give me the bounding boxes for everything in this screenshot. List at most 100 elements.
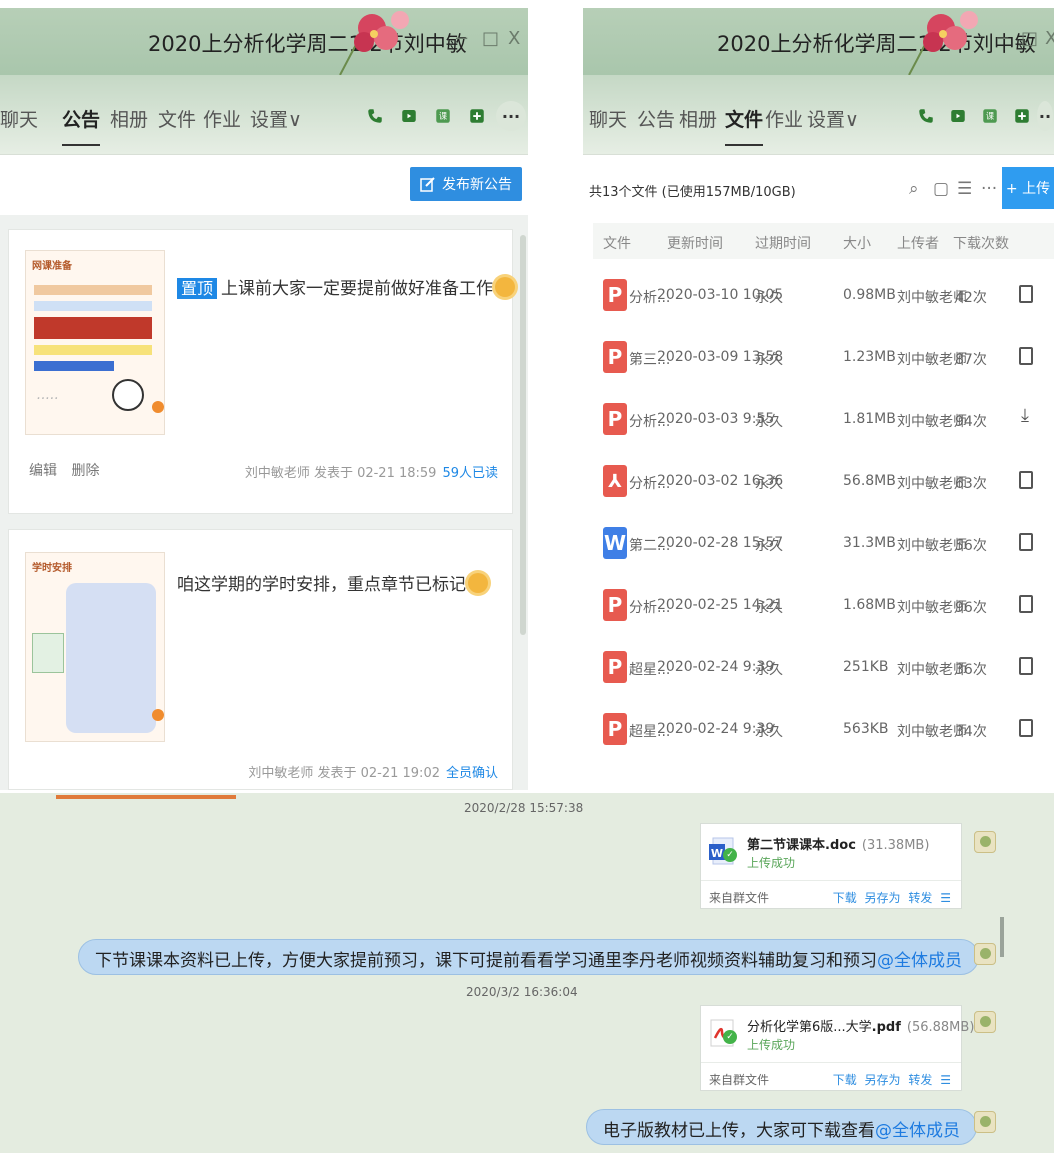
column-header[interactable]: 大小 (843, 233, 871, 253)
search-icon[interactable]: ⌕ (909, 179, 919, 199)
table-row[interactable]: P 超星... 2020-02-24 9:39 永久 563KB 刘中敏老师 34次 (593, 701, 1054, 761)
tab-notice[interactable]: 公告 (637, 105, 675, 132)
table-row[interactable]: ⅄ 分析... 2020-03-02 16:36 永久 56.8MB 刘中敏老师 63次 (593, 453, 1054, 513)
tab-album[interactable]: 相册 (679, 105, 717, 132)
chat-window: 2020/2/28 15:57:38 W ✓ 第二节课课本.doc (31.38M… (0, 793, 1054, 1153)
column-header[interactable]: 更新时间 (667, 233, 723, 253)
forward-link[interactable]: 转发 (908, 891, 932, 905)
download-count: 56次 (955, 538, 987, 554)
column-header[interactable]: 上传者 (897, 233, 939, 253)
column-header[interactable]: 文件 (603, 233, 631, 253)
forward-link[interactable]: 转发 (908, 1073, 932, 1087)
file-icon[interactable] (1019, 719, 1033, 737)
table-row[interactable]: W 第二... 2020-02-28 15:57 永久 31.3MB 刘中敏老师 56次 (593, 515, 1054, 575)
add-app-button[interactable] (462, 101, 492, 131)
file-message-card[interactable]: ✓ 分析化学第6版...大学.pdf (56.88MB) 上传成功 来自群文件 下… (700, 1005, 974, 1091)
file-size: 56.8MB (843, 473, 896, 489)
notice-card[interactable]: 学时安排 咱这学期的学时安排，重点章节已标记 刘中敏老师 发表于 02-21 1… (8, 529, 513, 790)
file-size: 1.68MB (843, 597, 896, 613)
scrollbar[interactable] (520, 235, 526, 635)
publish-notice-button[interactable]: 发布新公告 (410, 167, 522, 201)
file-size: 1.23MB (843, 349, 896, 365)
download-link[interactable]: 下载 (833, 891, 857, 905)
file-icon[interactable] (1019, 347, 1033, 365)
minimize-button[interactable]: − (995, 28, 1010, 49)
call-button[interactable] (360, 101, 390, 131)
notice-author-time: 刘中敏老师 发表于 02-21 19:02 (248, 766, 440, 781)
file-size: 563KB (843, 721, 889, 737)
delete-notice-button[interactable]: 删除 (71, 463, 99, 479)
file-icon[interactable] (1019, 285, 1033, 303)
file-icon[interactable] (1019, 471, 1033, 489)
column-header[interactable]: 下载次数 (953, 233, 1009, 253)
file-message-card[interactable]: W ✓ 第二节课课本.doc (31.38MB) 上传成功 来自群文件 下载 另存… (700, 823, 962, 909)
list-view-icon[interactable]: ☰ (957, 179, 972, 199)
avatar[interactable] (974, 831, 996, 853)
download-icon[interactable]: ⤓ (1021, 405, 1029, 426)
more-button[interactable]: ··· (496, 101, 526, 131)
tab-chat[interactable]: 聊天 (589, 105, 627, 132)
add-app-button[interactable] (1007, 101, 1037, 131)
avatar[interactable] (974, 1011, 996, 1033)
table-row[interactable]: P 分析... 2020-03-10 10:05 永久 0.98MB 刘中敏老师 42次 (593, 267, 1054, 327)
tab-album[interactable]: 相册 (110, 105, 148, 132)
download-count: 36次 (955, 662, 987, 678)
confirm-status-link[interactable]: 全员确认 (446, 766, 498, 781)
file-size: 31.3MB (843, 535, 896, 551)
minimize-button[interactable]: − (454, 28, 469, 49)
screen-share-button[interactable] (943, 101, 973, 131)
tab-settings[interactable]: 设置∨ (250, 105, 302, 132)
thumbnail-title: 网课准备 (32, 261, 72, 272)
tab-chat[interactable]: 聊天 (0, 105, 38, 132)
more-button[interactable]: ·· (1037, 101, 1053, 131)
table-row[interactable]: P 第三... 2020-03-09 13:58 永久 1.23MB 刘中敏老师 87次 (593, 329, 1054, 389)
file-actions: 下载 另存为 转发 ☰ (829, 1071, 951, 1088)
avatar[interactable] (974, 943, 996, 965)
close-button[interactable]: X (1045, 28, 1054, 49)
tab-homework[interactable]: 作业 (765, 105, 803, 132)
tab-files[interactable]: 文件 (725, 105, 764, 146)
upload-status: 上传成功 (747, 856, 796, 870)
tab-notice[interactable]: 公告 (62, 105, 101, 146)
success-check-icon: ✓ (723, 848, 737, 862)
save-as-link[interactable]: 另存为 (865, 891, 901, 905)
phone-icon (919, 109, 933, 123)
class-button[interactable]: 课 (428, 101, 458, 131)
maximize-button[interactable]: □ (482, 28, 499, 49)
maximize-button[interactable]: □ (1021, 28, 1038, 49)
menu-icon[interactable]: ☰ (940, 891, 951, 905)
folder-icon[interactable]: ▢ (933, 179, 949, 199)
table-row[interactable]: P 分析... 2020-02-25 14:21 永久 1.68MB 刘中敏老师 96次 (593, 577, 1054, 637)
files-summary: 共13个文件 (已使用157MB/10GB) (589, 185, 796, 200)
upload-button[interactable]: + 上传 (1002, 167, 1054, 209)
download-link[interactable]: 下载 (833, 1073, 857, 1087)
pinned-badge: 置顶 (177, 278, 218, 299)
tab-settings[interactable]: 设置∨ (807, 105, 859, 132)
ppt-icon: P (603, 341, 627, 373)
close-button[interactable]: X (508, 28, 520, 49)
avatar[interactable] (974, 1111, 996, 1133)
save-as-link[interactable]: 另存为 (865, 1073, 901, 1087)
expire-time: 永久 (755, 352, 783, 368)
menu-icon[interactable]: ☰ (940, 1073, 951, 1087)
chat-bubble: 电子版教材已上传，大家可下载查看@全体成员 (586, 1109, 977, 1145)
class-button[interactable]: 课 (975, 101, 1005, 131)
call-button[interactable] (911, 101, 941, 131)
file-icon[interactable] (1019, 533, 1033, 551)
tab-homework[interactable]: 作业 (203, 105, 241, 132)
edit-notice-button[interactable]: 编辑 (29, 463, 57, 479)
table-row[interactable]: P 超星... 2020-02-24 9:39 永久 251KB 刘中敏老师 36次 (593, 639, 1054, 699)
read-count-link[interactable]: 59人已读 (442, 466, 498, 481)
screen-share-button[interactable] (394, 101, 424, 131)
more-icon[interactable]: ··· (981, 179, 997, 199)
notice-card[interactable]: 网课准备 ····· 置顶 上课前大家一定要提前做好准备工作 编辑 删除 刘中敏老… (8, 229, 516, 514)
notice-actions: 编辑 删除 (29, 460, 109, 480)
class-icon: 课 (436, 109, 450, 123)
file-icon[interactable] (1019, 595, 1033, 613)
chat-scrollbar[interactable] (1000, 917, 1004, 957)
table-row[interactable]: P 分析... 2020-03-03 9:55 永久 1.81MB 刘中敏老师 94次 ⤓ (593, 391, 1054, 451)
tab-files[interactable]: 文件 (158, 105, 196, 132)
column-header[interactable]: 过期时间 (755, 233, 811, 253)
ppt-icon: P (603, 589, 627, 621)
file-icon[interactable] (1019, 657, 1033, 675)
